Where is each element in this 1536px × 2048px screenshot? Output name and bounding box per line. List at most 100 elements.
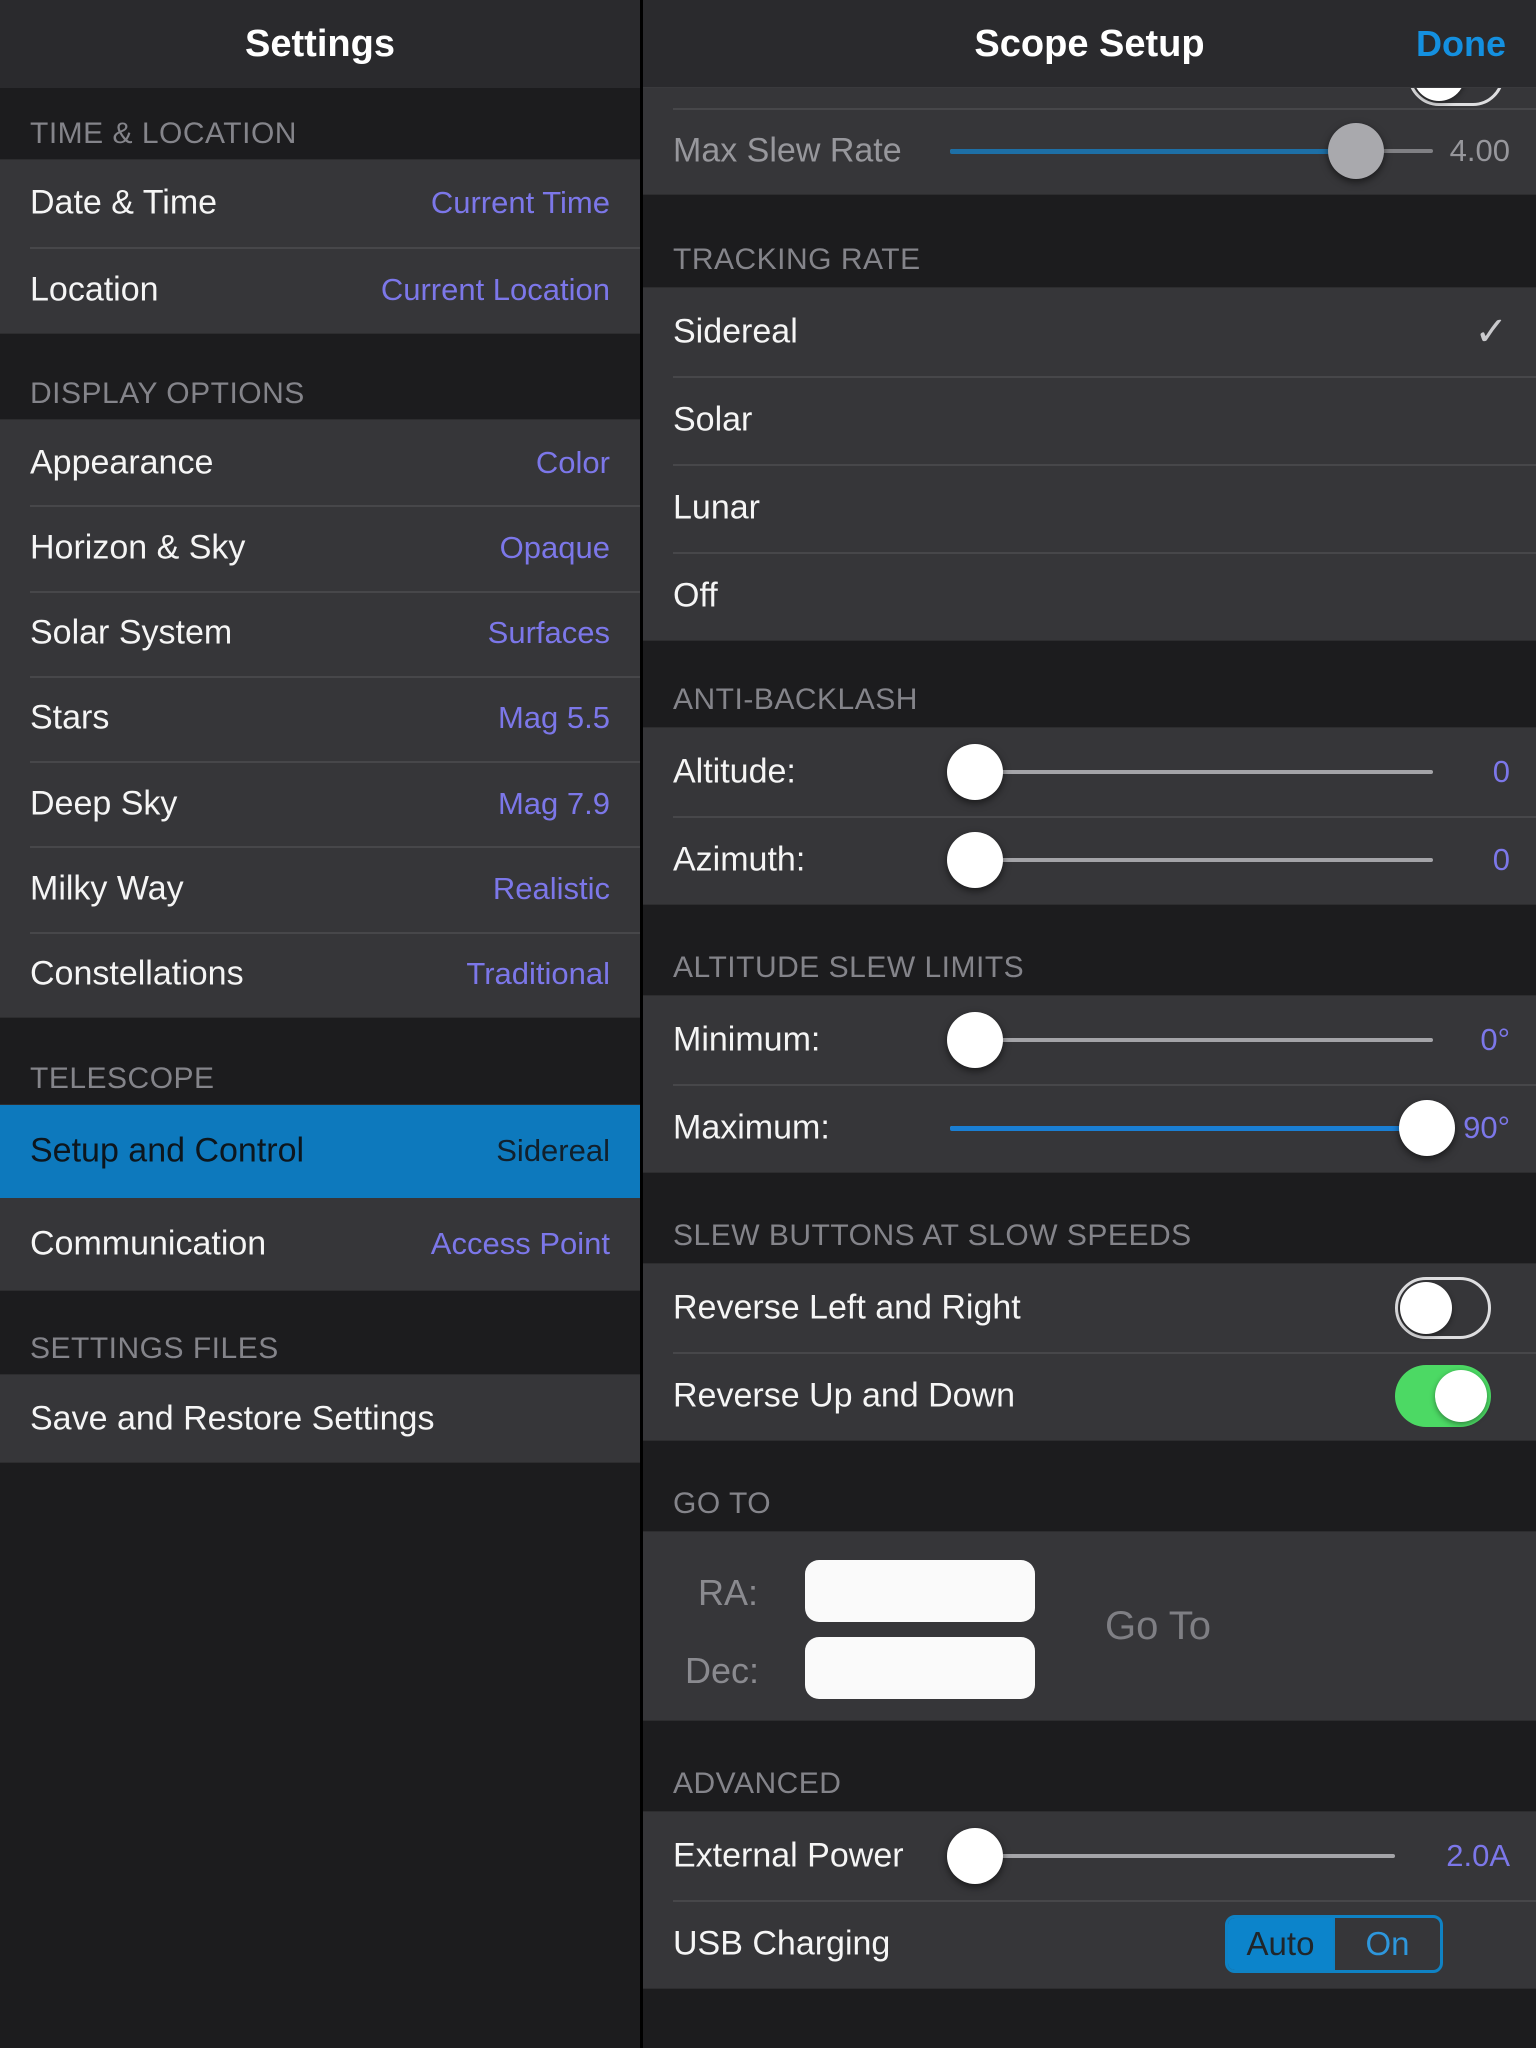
option-label: Off xyxy=(673,577,718,616)
settings-titlebar: Settings xyxy=(0,0,640,88)
max-slew-slider-knob[interactable] xyxy=(1328,123,1384,179)
group-max-slew: Max Slew Rate 4.00 xyxy=(643,88,1536,194)
external-power-slider-track[interactable] xyxy=(950,1854,1395,1858)
settings-panel: Settings TIME & LOCATION Date & Time Cur… xyxy=(0,0,643,2048)
section-header-settings-files: SETTINGS FILES xyxy=(30,1333,279,1365)
reverse-left-right-label: Reverse Left and Right xyxy=(673,1289,1021,1328)
group-go-to: RA: Dec: Go To xyxy=(643,1532,1536,1720)
usb-charging-segmented-control: Auto On xyxy=(1225,1915,1443,1973)
group-slew-buttons: Reverse Left and Right Reverse Up and Do… xyxy=(643,1264,1536,1440)
row-label: Location xyxy=(30,270,159,309)
altitude-slider-track[interactable] xyxy=(950,770,1433,774)
ra-label: RA: xyxy=(698,1572,758,1614)
row-label: Date & Time xyxy=(30,184,217,223)
altitude-slider-knob[interactable] xyxy=(947,744,1003,800)
row-max-slew-rate: Max Slew Rate 4.00 xyxy=(643,108,1536,194)
row-label: Horizon & Sky xyxy=(30,528,245,567)
section-header-go-to: GO TO xyxy=(673,1488,771,1520)
row-azimuth-backlash: Azimuth: 0 xyxy=(643,816,1536,904)
settings-title: Settings xyxy=(0,0,640,88)
reverse-up-down-label: Reverse Up and Down xyxy=(673,1377,1015,1416)
reverse-left-right-toggle[interactable] xyxy=(1395,1277,1491,1339)
row-reverse-up-down: Reverse Up and Down xyxy=(643,1352,1536,1440)
dec-input[interactable] xyxy=(805,1637,1035,1699)
option-off[interactable]: Off xyxy=(643,552,1536,640)
row-date-time[interactable]: Date & Time Current Time xyxy=(0,160,640,247)
group-tracking-rate: Sidereal ✓ Solar Lunar Off xyxy=(643,288,1536,640)
row-label: Communication xyxy=(30,1224,266,1263)
toggle-knob xyxy=(1413,88,1465,101)
row-value: Sidereal xyxy=(496,1133,610,1169)
row-value: Opaque xyxy=(500,530,610,566)
option-lunar[interactable]: Lunar xyxy=(643,464,1536,552)
row-communication[interactable]: Communication Access Point xyxy=(0,1198,640,1291)
option-sidereal[interactable]: Sidereal ✓ xyxy=(643,288,1536,376)
section-header-altitude-slew-limits: ALTITUDE SLEW LIMITS xyxy=(673,952,1024,984)
azimuth-label: Azimuth: xyxy=(673,841,805,880)
checkmark-icon: ✓ xyxy=(1474,309,1508,355)
section-header-time-location: TIME & LOCATION xyxy=(30,118,297,150)
scope-setup-titlebar: Scope Setup Done xyxy=(643,0,1536,88)
minimum-slider-knob[interactable] xyxy=(947,1012,1003,1068)
row-value: Realistic xyxy=(493,871,610,907)
external-power-value: 2.0A xyxy=(1380,1838,1510,1874)
maximum-label: Maximum: xyxy=(673,1109,830,1148)
ra-input[interactable] xyxy=(805,1560,1035,1622)
group-advanced: External Power 2.0A USB Charging Auto On xyxy=(643,1812,1536,1988)
row-constellations[interactable]: Constellations Traditional xyxy=(0,932,640,1017)
row-milky-way[interactable]: Milky Way Realistic xyxy=(0,846,640,931)
section-header-telescope: TELESCOPE xyxy=(30,1063,215,1095)
section-header-slew-buttons: SLEW BUTTONS AT SLOW SPEEDS xyxy=(673,1220,1192,1252)
row-value: Current Time xyxy=(431,185,610,221)
row-location[interactable]: Location Current Location xyxy=(0,247,640,334)
external-power-slider-knob[interactable] xyxy=(947,1828,1003,1884)
azimuth-value: 0 xyxy=(1380,842,1510,878)
group-display-options: Appearance Color Horizon & Sky Opaque So… xyxy=(0,420,640,1017)
section-header-tracking-rate: TRACKING RATE xyxy=(673,244,921,276)
option-solar[interactable]: Solar xyxy=(643,376,1536,464)
group-time-location: Date & Time Current Time Location Curren… xyxy=(0,160,640,333)
row-stars[interactable]: Stars Mag 5.5 xyxy=(0,676,640,761)
done-button[interactable]: Done xyxy=(1416,0,1506,88)
scope-setup-title: Scope Setup xyxy=(643,0,1536,88)
row-value: Color xyxy=(536,445,610,481)
go-to-button[interactable]: Go To xyxy=(1105,1604,1211,1649)
max-slew-rate-label: Max Slew Rate xyxy=(673,132,902,171)
maximum-value: 90° xyxy=(1380,1110,1510,1146)
segment-on[interactable]: On xyxy=(1333,1918,1440,1970)
row-save-restore-settings[interactable]: Save and Restore Settings xyxy=(0,1375,640,1462)
row-value: Mag 5.5 xyxy=(498,700,610,736)
reverse-up-down-toggle[interactable] xyxy=(1395,1365,1491,1427)
minimum-label: Minimum: xyxy=(673,1021,820,1060)
row-partial-scrolled xyxy=(643,88,1536,108)
partial-toggle[interactable] xyxy=(1408,88,1504,106)
row-label: Stars xyxy=(30,699,109,738)
azimuth-slider-knob[interactable] xyxy=(947,832,1003,888)
usb-charging-label: USB Charging xyxy=(673,1925,890,1964)
toggle-knob xyxy=(1400,1282,1452,1334)
dec-label: Dec: xyxy=(685,1650,759,1692)
minimum-slider-track[interactable] xyxy=(950,1038,1433,1042)
azimuth-slider-track[interactable] xyxy=(950,858,1433,862)
minimum-value: 0° xyxy=(1380,1022,1510,1058)
row-label: Solar System xyxy=(30,614,232,653)
row-usb-charging: USB Charging Auto On xyxy=(643,1900,1536,1988)
row-setup-and-control-selected[interactable]: Setup and Control Sidereal xyxy=(0,1105,640,1198)
row-deep-sky[interactable]: Deep Sky Mag 7.9 xyxy=(0,761,640,846)
row-label: Constellations xyxy=(30,955,244,994)
scope-setup-panel: Scope Setup Done Max Slew Rate 4.00 TRAC… xyxy=(643,0,1536,2048)
group-settings-files: Save and Restore Settings xyxy=(0,1375,640,1462)
row-value: Mag 7.9 xyxy=(498,786,610,822)
option-label: Sidereal xyxy=(673,313,798,352)
toggle-knob xyxy=(1435,1370,1487,1422)
segment-auto[interactable]: Auto xyxy=(1228,1918,1333,1970)
row-appearance[interactable]: Appearance Color xyxy=(0,420,640,505)
row-value: Current Location xyxy=(381,272,610,308)
option-label: Solar xyxy=(673,401,752,440)
row-label: Milky Way xyxy=(30,870,184,909)
row-horizon-sky[interactable]: Horizon & Sky Opaque xyxy=(0,505,640,590)
maximum-slider-fill xyxy=(950,1126,1405,1131)
row-label: Deep Sky xyxy=(30,784,177,823)
section-header-display-options: DISPLAY OPTIONS xyxy=(30,378,305,410)
row-solar-system[interactable]: Solar System Surfaces xyxy=(0,591,640,676)
